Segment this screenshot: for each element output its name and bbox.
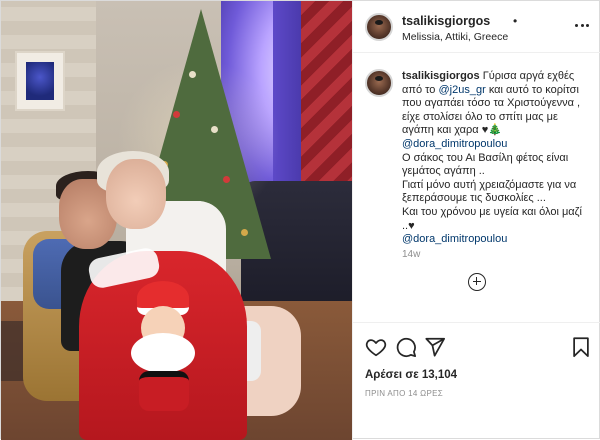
instagram-post: tsalikisgiorgos • Melissia, Attiki, Gree…	[0, 0, 600, 440]
caption-text: tsalikisgiorgos Γύρισα αργά εχθές από το…	[402, 70, 592, 247]
comment-icon[interactable]	[395, 336, 417, 358]
action-bar	[353, 336, 600, 364]
caption-section: tsalikisgiorgos Γύρισα αργά εχθές από το…	[353, 53, 600, 323]
ornament	[173, 111, 180, 118]
bookmark-icon[interactable]	[570, 336, 592, 358]
header-username[interactable]: tsalikisgiorgos	[402, 14, 490, 28]
mention-link[interactable]: @dora_dimitropoulou	[402, 138, 507, 150]
heart-tree-emoji: ♥🎄	[481, 124, 502, 137]
caption-timestamp: 14w	[402, 249, 421, 260]
add-comment-icon[interactable]	[468, 273, 486, 291]
ornament	[211, 126, 218, 133]
post-photo[interactable]	[1, 1, 352, 440]
post-header: tsalikisgiorgos • Melissia, Attiki, Gree…	[353, 1, 600, 53]
ornament	[241, 229, 248, 236]
mention-link[interactable]: @dora_dimitropoulou	[402, 233, 507, 245]
mention-link[interactable]: @j2us_gr	[439, 84, 486, 96]
caption-line-3: Γιατί μόνο αυτή χρειαζόμαστε για να ξεπε…	[402, 178, 577, 205]
heart-emoji: ♥	[408, 219, 415, 232]
likes-count[interactable]: Αρέσει σε 13,104	[365, 369, 457, 381]
caption-username[interactable]: tsalikisgiorgos	[402, 70, 480, 82]
post-side-panel: tsalikisgiorgos • Melissia, Attiki, Gree…	[352, 1, 600, 440]
santa-belly	[139, 371, 189, 411]
share-icon[interactable]	[424, 336, 446, 358]
caption-line-2: Ο σάκος του Αι Βασίλη φέτος είναι γεμάτο…	[402, 151, 569, 178]
post-timestamp[interactable]: ΠΡΙΝ ΑΠΟ 14 ΩΡΕΣ	[365, 389, 443, 398]
caption-avatar[interactable]	[365, 69, 393, 97]
avatar[interactable]	[365, 13, 393, 41]
red-wall-art	[301, 1, 352, 191]
more-options-icon[interactable]	[574, 17, 592, 28]
separator-dot: •	[513, 14, 518, 28]
caption-line-4: Και του χρόνου με υγεία και όλοι μαζί ..	[402, 205, 582, 232]
heart-icon[interactable]	[365, 336, 387, 358]
woman-face	[106, 159, 166, 229]
wall-painting	[15, 51, 65, 111]
ornament	[223, 176, 230, 183]
location-link[interactable]: Melissia, Attiki, Greece	[402, 31, 508, 43]
ornament	[189, 71, 196, 78]
santa-beard	[131, 333, 195, 373]
